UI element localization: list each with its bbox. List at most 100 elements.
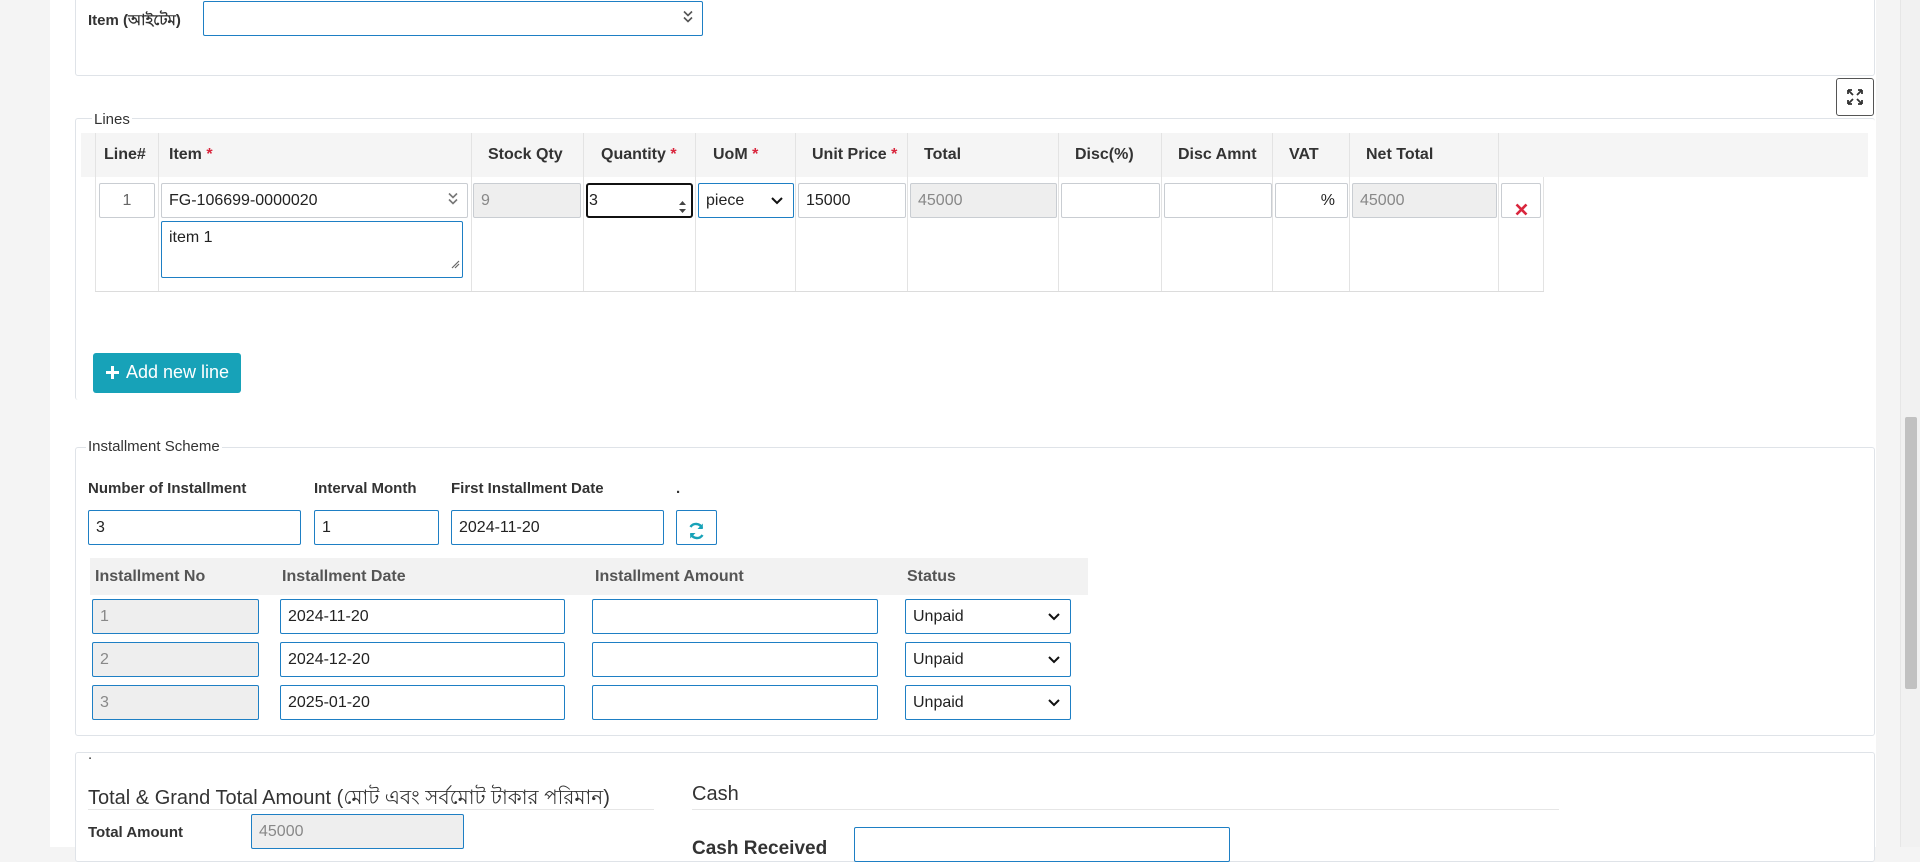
scrollbar-thumb[interactable] [1905, 417, 1917, 689]
plus-icon [105, 355, 120, 393]
expand-button[interactable] [1836, 78, 1874, 116]
status-select[interactable]: Unpaid [905, 599, 1071, 634]
interval-month-input[interactable]: 1 [314, 510, 439, 545]
installment-no-field: 1 [92, 599, 259, 634]
cash-received-input[interactable] [854, 827, 1230, 862]
main-content: Item (আইটেম) Lines Line# Item * Stock Qt… [50, 0, 1876, 862]
installment-no-field: 2 [92, 642, 259, 677]
disc-amnt-input[interactable] [1164, 183, 1272, 218]
grid-line [471, 133, 472, 291]
uom-value: piece [706, 192, 745, 209]
grid-line [795, 133, 796, 291]
line-total-field: 45000 [910, 183, 1057, 218]
lines-table-header: Line# Item * Stock Qty Quantity * UoM * … [81, 133, 1868, 177]
spinner-icon[interactable] [678, 194, 687, 216]
col-quantity: Quantity * [592, 133, 677, 177]
grid-line [1161, 133, 1162, 291]
grid-line [95, 133, 96, 291]
totals-title-underline [88, 809, 654, 810]
uom-select[interactable]: piece [698, 183, 794, 218]
item-filter-panel: Item (আইটেম) [75, 0, 1875, 76]
vat-input[interactable]: % [1275, 183, 1348, 218]
add-new-line-label: Add new line [126, 362, 230, 382]
installment-amount-input[interactable] [592, 642, 878, 677]
grid-line [1349, 133, 1350, 291]
grid-line [1543, 177, 1544, 291]
required-mark: * [891, 146, 898, 163]
total-amount-field: 45000 [251, 814, 464, 849]
first-installment-date-input[interactable]: 2024-11-20 [451, 510, 664, 545]
installment-date-input[interactable]: 2024-12-20 [280, 642, 565, 677]
double-chevron-down-icon [447, 184, 459, 217]
installment-date-input[interactable]: 2025-01-20 [280, 685, 565, 720]
line-item-value: FG-106699-0000020 [169, 192, 318, 209]
quantity-value: 3 [589, 192, 598, 209]
cash-title: Cash [692, 783, 739, 805]
cash-received-label: Cash Received [692, 838, 828, 859]
col-uom-label: UoM [713, 146, 748, 163]
totals-dot: . [88, 746, 93, 763]
cash-title-underline [692, 809, 1559, 810]
line-description-textarea[interactable]: item 1 [161, 221, 463, 278]
refresh-button[interactable] [676, 510, 717, 545]
status-select[interactable]: Unpaid [905, 685, 1071, 720]
status-header: Status [907, 568, 956, 585]
grid-line [583, 133, 584, 291]
col-stock-qty: Stock Qty [488, 146, 563, 163]
grid-line [158, 133, 159, 291]
grid-line [695, 133, 696, 291]
chevron-down-icon [771, 196, 783, 204]
vertical-scrollbar[interactable] [1900, 0, 1920, 847]
installment-amount-header: Installment Amount [595, 568, 744, 585]
col-item: Item * [160, 133, 213, 177]
required-mark: * [752, 146, 759, 163]
resize-handle-icon [451, 255, 460, 275]
item-filter-label: Item (আইটেম) [88, 12, 181, 29]
col-unit-price-label: Unit Price [812, 146, 887, 163]
grid-line [1058, 133, 1059, 291]
number-installment-input[interactable]: 3 [88, 510, 301, 545]
status-select[interactable]: Unpaid [905, 642, 1071, 677]
col-disc-pct: Disc(%) [1075, 146, 1134, 163]
unit-price-input[interactable]: 15000 [798, 183, 906, 218]
grid-line [907, 133, 908, 291]
delete-line-button[interactable] [1501, 183, 1541, 218]
col-item-label: Item [169, 146, 202, 163]
col-unit-price: Unit Price * [803, 133, 897, 177]
first-installment-date-label: First Installment Date [451, 480, 604, 497]
installment-date-input[interactable]: 2024-11-20 [280, 599, 565, 634]
chevron-down-icon [1048, 698, 1060, 706]
stock-qty-field: 9 [473, 183, 581, 218]
total-amount-label: Total Amount [88, 824, 183, 841]
line-description-value: item 1 [169, 229, 213, 246]
interval-month-label: Interval Month [314, 480, 417, 497]
grid-line [95, 291, 1544, 292]
add-new-line-button[interactable]: Add new line [93, 353, 242, 393]
installment-date-header: Installment Date [282, 568, 406, 585]
close-icon [1515, 195, 1528, 217]
installment-legend: Installment Scheme [86, 438, 222, 455]
grid-line [1498, 133, 1499, 291]
col-vat: VAT [1289, 146, 1319, 163]
col-net-total: Net Total [1366, 146, 1434, 163]
col-total: Total [924, 146, 962, 163]
col-disc-amnt: Disc Amnt [1178, 146, 1257, 163]
status-value: Unpaid [913, 651, 964, 668]
disc-pct-input[interactable] [1061, 183, 1160, 218]
expand-icon [1846, 88, 1864, 111]
net-total-field: 45000 [1352, 183, 1497, 218]
line-item-select[interactable]: FG-106699-0000020 [161, 183, 468, 218]
col-quantity-label: Quantity [601, 146, 666, 163]
required-mark: * [670, 146, 677, 163]
chevron-down-icon [1048, 655, 1060, 663]
installment-no-field: 3 [92, 685, 259, 720]
installment-amount-input[interactable] [592, 599, 878, 634]
refresh-icon [687, 519, 706, 544]
installment-amount-input[interactable] [592, 685, 878, 720]
quantity-input[interactable]: 3 [586, 183, 693, 218]
chevron-down-icon [1048, 612, 1060, 620]
dot-label: . [676, 480, 681, 497]
lines-legend: Lines [92, 111, 132, 128]
required-mark: * [206, 146, 213, 163]
item-filter-select[interactable] [203, 1, 703, 36]
